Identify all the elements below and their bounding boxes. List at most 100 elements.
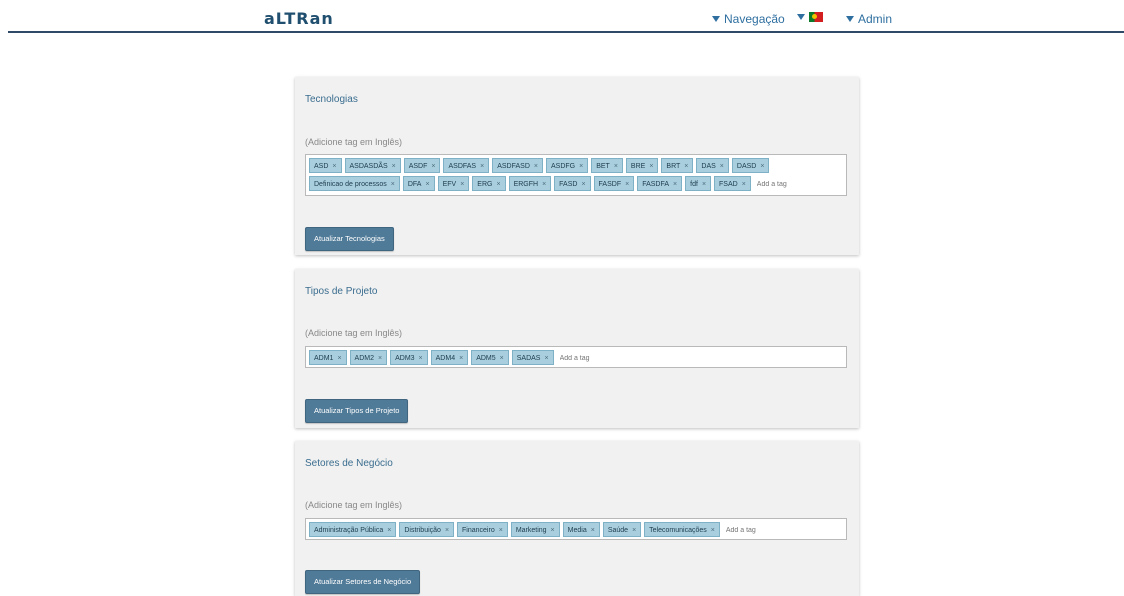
tag-chip[interactable]: ASDFG × — [545, 158, 589, 173]
tag-label: BRE — [630, 163, 646, 170]
tag-chip[interactable]: FASDFA × — [637, 176, 683, 191]
tag-label: Definicao de processos — [314, 181, 387, 188]
tag-chip[interactable]: ADM1 × — [309, 350, 347, 365]
tag-chip[interactable]: ASDFAS × — [443, 158, 490, 173]
tag-label: ASDFASD — [497, 163, 530, 170]
add-tag-input[interactable] — [556, 350, 622, 367]
add-tag-input[interactable] — [753, 176, 819, 193]
altran-logo[interactable]: aLTRan — [264, 9, 334, 28]
tag-label: SADAS — [516, 355, 541, 362]
remove-tag-icon[interactable]: × — [742, 181, 746, 188]
remove-tag-icon[interactable]: × — [392, 163, 396, 170]
remove-tag-icon[interactable]: × — [460, 181, 464, 188]
tag-chip[interactable]: DASD × — [731, 158, 770, 173]
tag-chip[interactable]: SADAS × — [511, 350, 554, 365]
tag-label: Telecomunicações — [649, 527, 707, 534]
tag-label: ADM2 — [354, 355, 374, 362]
remove-tag-icon[interactable]: × — [579, 163, 583, 170]
tag-chip[interactable]: FASD × — [554, 176, 591, 191]
remove-tag-icon[interactable]: × — [496, 181, 500, 188]
tag-chip[interactable]: Marketing × — [510, 522, 560, 537]
tag-chip[interactable]: ASDF × — [403, 158, 441, 173]
tag-chip[interactable]: ADM3 × — [390, 350, 428, 365]
remove-tag-icon[interactable]: × — [632, 527, 636, 534]
remove-tag-icon[interactable]: × — [625, 181, 629, 188]
remove-tag-icon[interactable]: × — [431, 163, 435, 170]
section-title: Tecnologias — [305, 94, 358, 105]
tag-chip[interactable]: fdf × — [685, 176, 712, 191]
tag-input-box[interactable]: ASD × ASDASDÃS × ASDF × ASDFAS × ASDFASD × ASDFG × B… — [305, 154, 847, 196]
remove-tag-icon[interactable]: × — [459, 355, 463, 362]
remove-tag-icon[interactable]: × — [425, 181, 429, 188]
update-technologies-button[interactable]: Atualizar Tecnologias — [305, 227, 394, 251]
language-menu[interactable] — [797, 12, 823, 22]
remove-tag-icon[interactable]: × — [332, 163, 336, 170]
remove-tag-icon[interactable]: × — [480, 163, 484, 170]
remove-tag-icon[interactable]: × — [500, 355, 504, 362]
remove-tag-icon[interactable]: × — [684, 163, 688, 170]
tag-chip[interactable]: Definicao de processos × — [309, 176, 400, 191]
tag-input-box[interactable]: Administração Pública × Distribuição × Finan… — [305, 518, 847, 540]
tag-label: ERGFH — [513, 181, 539, 188]
tag-label: Distribuição — [404, 527, 441, 534]
tag-chip[interactable]: ASDFASD × — [492, 158, 543, 173]
tag-chip[interactable]: BRE × — [625, 158, 659, 173]
remove-tag-icon[interactable]: × — [760, 163, 764, 170]
remove-tag-icon[interactable]: × — [649, 163, 653, 170]
tag-chip[interactable]: ERGFH × — [508, 176, 552, 191]
tag-chip[interactable]: ASD × — [309, 158, 342, 173]
tag-chip[interactable]: Financeiro × — [457, 522, 508, 537]
remove-tag-icon[interactable]: × — [591, 527, 595, 534]
caret-down-icon — [846, 16, 854, 22]
tag-chip[interactable]: Distribuição × — [399, 522, 455, 537]
remove-tag-icon[interactable]: × — [702, 181, 706, 188]
tag-chip[interactable]: FASDF × — [593, 176, 635, 191]
tag-label: ADM1 — [314, 355, 334, 362]
tag-chip[interactable]: ERG × — [472, 176, 506, 191]
tag-chip[interactable]: Media × — [562, 522, 600, 537]
update-business-sectors-button[interactable]: Atualizar Setores de Negócio — [305, 570, 421, 594]
tag-label: fdf — [690, 181, 698, 188]
remove-tag-icon[interactable]: × — [391, 181, 395, 188]
tag-label: FASDFA — [642, 181, 670, 188]
remove-tag-icon[interactable]: × — [673, 181, 677, 188]
update-project-types-button[interactable]: Atualizar Tipos de Projeto — [305, 399, 409, 423]
navigation-menu[interactable]: Navegação — [712, 12, 785, 26]
tag-chip[interactable]: DAS × — [696, 158, 729, 173]
tag-input-box[interactable]: ADM1 × ADM2 × ADM3 × ADM4 × ADM5 × SADAS × — [305, 346, 847, 368]
header-divider — [8, 31, 1124, 33]
tag-chip[interactable]: ASDASDÃS × — [344, 158, 401, 173]
tag-chip[interactable]: Saúde × — [602, 522, 642, 537]
remove-tag-icon[interactable]: × — [387, 527, 391, 534]
remove-tag-icon[interactable]: × — [534, 163, 538, 170]
tag-chip[interactable]: Administração Pública × — [309, 522, 397, 537]
tag-label: Financeiro — [462, 527, 495, 534]
tag-label: DASD — [736, 163, 757, 170]
tag-label: Marketing — [515, 527, 547, 534]
tag-chip[interactable]: EFV × — [437, 176, 470, 191]
tag-chip[interactable]: DFA × — [402, 176, 435, 191]
tag-label: Media — [567, 527, 587, 534]
tag-chip[interactable]: FSAD × — [714, 176, 751, 191]
remove-tag-icon[interactable]: × — [551, 527, 555, 534]
tag-chip[interactable]: Telecomunicações × — [644, 522, 720, 537]
remove-tag-icon[interactable]: × — [499, 527, 503, 534]
remove-tag-icon[interactable]: × — [542, 181, 546, 188]
remove-tag-icon[interactable]: × — [445, 527, 449, 534]
remove-tag-icon[interactable]: × — [614, 163, 618, 170]
add-tag-input[interactable] — [722, 522, 788, 539]
remove-tag-icon[interactable]: × — [581, 181, 585, 188]
remove-tag-icon[interactable]: × — [720, 163, 724, 170]
remove-tag-icon[interactable]: × — [711, 527, 715, 534]
tag-chip[interactable]: ADM5 × — [471, 350, 509, 365]
section-title: Setores de Negócio — [305, 458, 393, 469]
remove-tag-icon[interactable]: × — [337, 355, 341, 362]
admin-menu[interactable]: Admin — [846, 12, 892, 26]
remove-tag-icon[interactable]: × — [419, 355, 423, 362]
remove-tag-icon[interactable]: × — [544, 355, 548, 362]
tag-chip[interactable]: BET × — [591, 158, 623, 173]
tag-chip[interactable]: ADM2 × — [349, 350, 388, 365]
tag-chip[interactable]: BRT × — [661, 158, 694, 173]
tag-chip[interactable]: ADM4 × — [430, 350, 469, 365]
remove-tag-icon[interactable]: × — [378, 355, 382, 362]
